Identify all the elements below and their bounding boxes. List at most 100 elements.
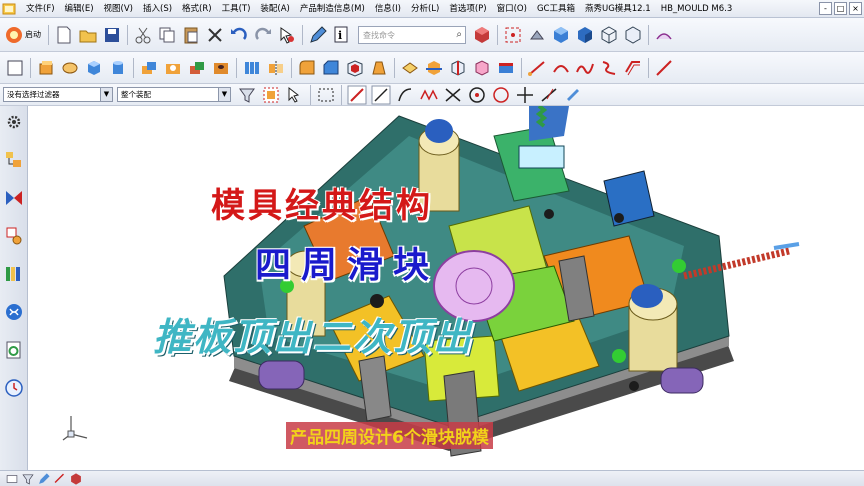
sketch-button[interactable] bbox=[4, 57, 26, 79]
menu-pmi[interactable]: 产品制造信息(M) bbox=[295, 0, 370, 18]
snap-control-point-button[interactable] bbox=[418, 84, 440, 106]
split-body-icon bbox=[451, 59, 465, 76]
menu-preferences[interactable]: 首选项(P) bbox=[444, 0, 491, 18]
view-orientation-button[interactable] bbox=[526, 24, 548, 46]
hidden-wireframe-button[interactable] bbox=[622, 24, 644, 46]
boolean-intersect-button[interactable] bbox=[186, 57, 208, 79]
trim-body-button[interactable] bbox=[423, 57, 445, 79]
menu-tools[interactable]: 工具(T) bbox=[217, 0, 256, 18]
replace-face-button[interactable] bbox=[471, 57, 493, 79]
menu-window[interactable]: 窗口(O) bbox=[492, 0, 532, 18]
spline-button[interactable] bbox=[574, 57, 596, 79]
menu-insert[interactable]: 插入(S) bbox=[138, 0, 177, 18]
status-measure-button[interactable] bbox=[53, 472, 67, 486]
snap-midpoint-button[interactable] bbox=[370, 84, 392, 106]
constraint-navigator-button[interactable] bbox=[2, 186, 26, 210]
chamfer-button[interactable] bbox=[320, 57, 342, 79]
resource-settings-button[interactable] bbox=[2, 110, 26, 134]
menu-analysis[interactable]: 分析(L) bbox=[406, 0, 444, 18]
new-file-button[interactable] bbox=[53, 24, 75, 46]
split-body-button[interactable] bbox=[447, 57, 469, 79]
menu-hb-mould[interactable]: HB_MOULD M6.3 bbox=[656, 0, 738, 18]
cylinder-button[interactable] bbox=[107, 57, 129, 79]
menu-yanxiu-mould[interactable]: 燕秀UG模具12.1 bbox=[580, 0, 656, 18]
fit-view-button[interactable] bbox=[502, 24, 524, 46]
menu-view[interactable]: 视图(V) bbox=[99, 0, 138, 18]
studio-render-button[interactable] bbox=[653, 24, 675, 46]
delete-button[interactable] bbox=[204, 24, 226, 46]
menu-format[interactable]: 格式(R) bbox=[177, 0, 217, 18]
measure-icon bbox=[54, 473, 64, 483]
web-browser-button[interactable] bbox=[2, 300, 26, 324]
system-materials-button[interactable] bbox=[2, 376, 26, 400]
status-filter-button[interactable] bbox=[21, 472, 35, 486]
offset-face-button[interactable] bbox=[399, 57, 421, 79]
undo-button[interactable] bbox=[228, 24, 250, 46]
thicken-button[interactable] bbox=[495, 57, 517, 79]
shaded-button[interactable] bbox=[574, 24, 596, 46]
extrude-button[interactable] bbox=[35, 57, 57, 79]
pattern-feature-button[interactable] bbox=[241, 57, 263, 79]
helix-button[interactable] bbox=[598, 57, 620, 79]
boolean-subtract-button[interactable] bbox=[162, 57, 184, 79]
boolean-unite-button[interactable] bbox=[138, 57, 160, 79]
offset-curve-button[interactable] bbox=[622, 57, 644, 79]
line-tool-button[interactable] bbox=[653, 57, 675, 79]
menu-gc-toolkit[interactable]: GC工具箱 bbox=[532, 0, 580, 18]
menu-edit[interactable]: 编辑(E) bbox=[60, 0, 99, 18]
block-button[interactable] bbox=[83, 57, 105, 79]
paste-button[interactable] bbox=[180, 24, 202, 46]
status-edit-button[interactable] bbox=[37, 472, 51, 486]
status-view-button[interactable] bbox=[5, 472, 19, 486]
menu-assembly[interactable]: 装配(A) bbox=[255, 0, 294, 18]
render-style-button[interactable] bbox=[471, 24, 493, 46]
hole-button[interactable] bbox=[210, 57, 232, 79]
minimize-button[interactable]: - bbox=[819, 2, 832, 15]
redo-button[interactable] bbox=[252, 24, 274, 46]
select-tool-button[interactable] bbox=[276, 24, 298, 46]
select-components-button[interactable] bbox=[284, 84, 306, 106]
cut-button[interactable] bbox=[132, 24, 154, 46]
status-render-button[interactable] bbox=[69, 472, 83, 486]
edge-blend-button[interactable] bbox=[296, 57, 318, 79]
select-features-button[interactable] bbox=[260, 84, 282, 106]
reuse-library-button[interactable] bbox=[2, 262, 26, 286]
shaded-cube-icon bbox=[475, 26, 489, 43]
part-navigator-button[interactable] bbox=[2, 224, 26, 248]
snap-quadrant-button[interactable] bbox=[490, 84, 512, 106]
snap-curve-button[interactable] bbox=[394, 84, 416, 106]
information-button[interactable]: i bbox=[331, 24, 353, 46]
shell-button[interactable] bbox=[344, 57, 366, 79]
copy-button[interactable] bbox=[156, 24, 178, 46]
menu-information[interactable]: 信息(I) bbox=[370, 0, 406, 18]
snap-arc-center-button[interactable] bbox=[466, 84, 488, 106]
rectangle-select-button[interactable] bbox=[315, 84, 337, 106]
edit-object-button[interactable] bbox=[307, 24, 329, 46]
snap-on-curve-button[interactable] bbox=[538, 84, 560, 106]
selection-filter-select[interactable]: 没有选择过滤器 ▼ bbox=[3, 87, 113, 102]
save-button[interactable] bbox=[101, 24, 123, 46]
graphics-viewport[interactable]: 模具经典结构 四周滑块 推板顶出二次顶出 产品四周设计6个滑块脱模 bbox=[29, 106, 864, 470]
snap-intersection-button[interactable] bbox=[442, 84, 464, 106]
menu-file[interactable]: 文件(F) bbox=[21, 0, 60, 18]
curve-line-button[interactable] bbox=[526, 57, 548, 79]
close-button[interactable]: × bbox=[849, 2, 862, 15]
shaded-edges-button[interactable] bbox=[550, 24, 572, 46]
mirror-feature-button[interactable] bbox=[265, 57, 287, 79]
selection-scope-select[interactable]: 整个装配 ▼ bbox=[117, 87, 231, 102]
draft-button[interactable] bbox=[368, 57, 390, 79]
command-search-input[interactable]: 查找命令 ⌕ bbox=[358, 25, 466, 44]
snap-options-button[interactable] bbox=[562, 84, 584, 106]
assembly-navigator-button[interactable] bbox=[2, 148, 26, 172]
curve-arc-button[interactable] bbox=[550, 57, 572, 79]
restore-button[interactable]: □ bbox=[834, 2, 847, 15]
revolve-button[interactable] bbox=[59, 57, 81, 79]
snap-point-button[interactable] bbox=[514, 84, 536, 106]
select-all-button[interactable] bbox=[236, 84, 258, 106]
wireframe-button[interactable] bbox=[598, 24, 620, 46]
open-file-button[interactable] bbox=[77, 24, 99, 46]
assembly-navigator-icon bbox=[6, 152, 21, 167]
history-button[interactable] bbox=[2, 338, 26, 362]
snap-endpoint-button[interactable] bbox=[346, 84, 368, 106]
start-button[interactable]: 启动 bbox=[3, 24, 41, 46]
